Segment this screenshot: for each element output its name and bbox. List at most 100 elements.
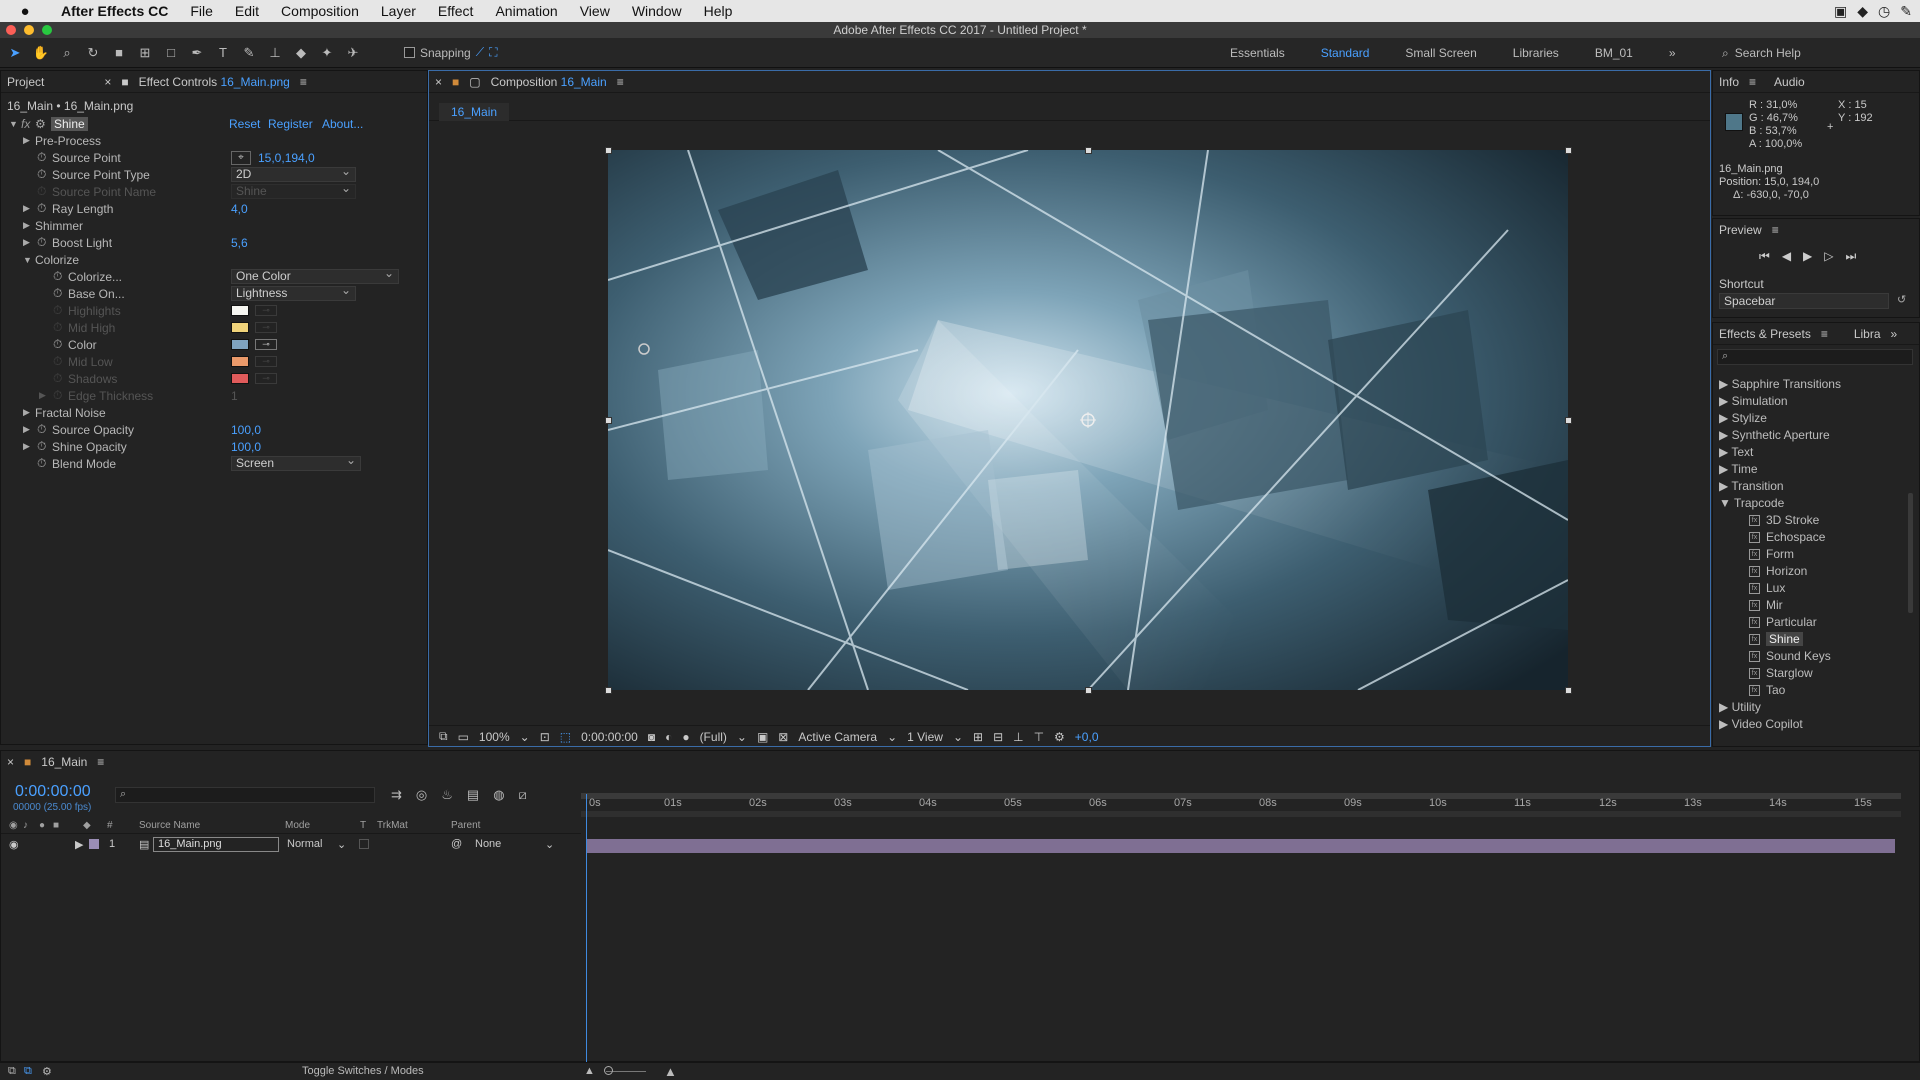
layer-handle-right[interactable] xyxy=(1565,417,1572,424)
fast-previews-icon[interactable]: ⊟ xyxy=(993,730,1003,744)
selection-tool-icon[interactable]: ➤ xyxy=(4,42,26,64)
guides-icon[interactable]: ⊠ xyxy=(778,730,788,744)
pen-icon[interactable]: ✎ xyxy=(1900,3,1912,20)
zoom-in-icon[interactable]: ▲ xyxy=(664,1064,677,1079)
category-utility[interactable]: ▶ Utility xyxy=(1719,700,1761,714)
transfer-controls-icon[interactable]: ⧉ xyxy=(24,1065,32,1078)
minimize-window-button[interactable] xyxy=(24,25,34,35)
menu-layer[interactable]: Layer xyxy=(370,3,427,19)
row-colorize-group[interactable]: ▼ Colorize xyxy=(1,251,429,268)
source-point-type-dropdown[interactable]: 2D xyxy=(231,165,356,182)
register-link[interactable]: Register xyxy=(268,117,313,131)
chevron-down-icon[interactable]: ⌄ xyxy=(737,730,747,744)
shy-icon[interactable]: ♨ xyxy=(441,787,453,803)
colorize-dropdown[interactable]: One Color xyxy=(231,267,399,284)
ray-length-value[interactable]: 4,0 xyxy=(231,202,248,216)
fit-icon[interactable]: ⊡ xyxy=(540,730,550,744)
pen-tool-icon[interactable]: ✒ xyxy=(186,42,208,64)
toggle-switches-modes-button[interactable]: Toggle Switches / Modes xyxy=(302,1065,424,1077)
reset-link[interactable]: Reset xyxy=(229,117,260,131)
stopwatch-icon[interactable]: ⏱ xyxy=(37,456,46,471)
camera-dropdown[interactable]: Active Camera xyxy=(798,730,877,744)
layer-switches-icon[interactable]: ⧉ xyxy=(8,1065,16,1078)
effect-shine[interactable]: fx Shine xyxy=(1749,632,1803,646)
effect-lux[interactable]: fx Lux xyxy=(1749,581,1785,595)
flowchart-icon[interactable]: ⊤ xyxy=(1034,730,1044,744)
row-boost-light[interactable]: ▶ ⏱ Boost Light 5,6 xyxy=(1,234,429,251)
dropbox-icon[interactable]: ◆ xyxy=(1857,3,1868,20)
apple-menu-icon[interactable]: ● xyxy=(0,3,50,20)
panel-menu-icon[interactable]: ≡ xyxy=(617,75,624,89)
stopwatch-icon[interactable]: ⏱ xyxy=(53,286,62,301)
eraser-tool-icon[interactable]: ◆ xyxy=(290,42,312,64)
exposure-value[interactable]: +0,0 xyxy=(1075,730,1099,744)
menu-app-name[interactable]: After Effects CC xyxy=(50,3,179,19)
tab-composition[interactable]: Composition 16_Main xyxy=(491,75,607,89)
chevron-down-icon[interactable]: ⌄ xyxy=(545,838,554,851)
layer-name[interactable]: 16_Main.png xyxy=(153,837,279,852)
tab-libraries[interactable]: Libra xyxy=(1854,327,1881,341)
menu-composition[interactable]: Composition xyxy=(270,3,370,19)
color-swatch[interactable] xyxy=(231,339,249,350)
source-point-value[interactable]: 15,0,194,0 xyxy=(258,151,315,165)
preserve-transparency-checkbox[interactable] xyxy=(359,839,369,849)
tab-preview[interactable]: Preview xyxy=(1719,223,1762,237)
panel-menu-icon[interactable]: ≡ xyxy=(300,75,307,89)
snap-features-icon[interactable]: ⛶ xyxy=(489,45,497,60)
layer-duration-bar[interactable] xyxy=(587,839,1895,853)
next-frame-icon[interactable]: ▷ xyxy=(1824,249,1833,264)
stopwatch-icon[interactable]: ⏱ xyxy=(37,201,46,216)
menu-effect[interactable]: Effect xyxy=(427,3,485,19)
row-colorize[interactable]: ⏱ Colorize... One Color xyxy=(1,267,429,285)
effect-sound-keys[interactable]: fx Sound Keys xyxy=(1749,649,1831,663)
stopwatch-icon[interactable]: ⏱ xyxy=(53,269,62,284)
chevron-down-icon[interactable]: ⌄ xyxy=(520,730,530,744)
effect-mir[interactable]: fx Mir xyxy=(1749,598,1783,612)
stopwatch-icon[interactable]: ⏱ xyxy=(37,422,46,437)
category-text[interactable]: ▶ Text xyxy=(1719,445,1753,459)
lock-icon[interactable]: ■ xyxy=(121,75,128,89)
stopwatch-icon[interactable]: ⏱ xyxy=(37,167,46,182)
layer-mode-dropdown[interactable]: Normal xyxy=(287,838,322,850)
menu-view[interactable]: View xyxy=(569,3,621,19)
zoom-dropdown[interactable]: 100% xyxy=(479,730,510,744)
menu-window[interactable]: Window xyxy=(621,3,693,19)
boost-light-value[interactable]: 5,6 xyxy=(231,236,248,250)
effect-horizon[interactable]: fx Horizon xyxy=(1749,564,1807,578)
chevron-down-icon[interactable]: ⌄ xyxy=(887,730,897,744)
screen-record-icon[interactable]: ▣ xyxy=(1834,3,1847,20)
current-time-display[interactable]: 0:00:00:00 xyxy=(15,783,91,801)
fx-toggle[interactable]: fx xyxy=(21,117,30,131)
row-ray-length[interactable]: ▶ ⏱ Ray Length 4,0 xyxy=(1,200,429,217)
tab-effect-controls[interactable]: Effect Controls 16_Main.png xyxy=(139,75,290,89)
comp-timecode[interactable]: 0:00:00:00 xyxy=(581,730,638,744)
show-snapshot-icon[interactable]: ◐ xyxy=(665,730,672,744)
panel-menu-icon[interactable]: ≡ xyxy=(97,755,104,769)
column-trkmat[interactable]: TrkMat xyxy=(377,820,408,831)
timeline-search-input[interactable]: ⌕ xyxy=(115,787,375,803)
tab-timeline-16-main[interactable]: 16_Main xyxy=(41,755,87,769)
expand-triangle-icon[interactable]: ▶ xyxy=(23,424,30,435)
layer-handle-top-left[interactable] xyxy=(605,147,612,154)
effects-scrollbar[interactable] xyxy=(1908,493,1913,613)
tab-info[interactable]: Info xyxy=(1719,75,1739,89)
row-blend-mode[interactable]: ⏱ Blend Mode Screen xyxy=(1,454,429,472)
collapse-triangle-icon[interactable]: ▼ xyxy=(23,255,32,265)
snapping-toggle[interactable]: Snapping ⟋ ⛶ xyxy=(404,45,498,60)
color-channels-icon[interactable]: ● xyxy=(682,730,689,744)
tab-effects-presets[interactable]: Effects & Presets xyxy=(1719,327,1811,341)
expand-triangle-icon[interactable]: ▶ xyxy=(23,237,30,248)
menu-help[interactable]: Help xyxy=(693,3,744,19)
base-on-dropdown[interactable]: Lightness xyxy=(231,284,356,301)
roto-brush-tool-icon[interactable]: ✦ xyxy=(316,42,338,64)
category-time[interactable]: ▶ Time xyxy=(1719,462,1758,476)
column-parent[interactable]: Parent xyxy=(451,820,480,831)
workspace-libraries[interactable]: Libraries xyxy=(1513,46,1559,60)
row-source-opacity[interactable]: ▶ ⏱ Source Opacity 100,0 xyxy=(1,421,429,438)
resolution-dropdown[interactable]: (Full) xyxy=(700,730,727,744)
layer-handle-bottom-right[interactable] xyxy=(1565,687,1572,694)
workspace-standard[interactable]: Standard xyxy=(1321,46,1370,60)
row-source-point-type[interactable]: ⏱ Source Point Type 2D xyxy=(1,165,429,183)
last-frame-icon[interactable]: ⏭ xyxy=(1846,249,1857,264)
composition-viewer-image[interactable] xyxy=(608,150,1568,690)
